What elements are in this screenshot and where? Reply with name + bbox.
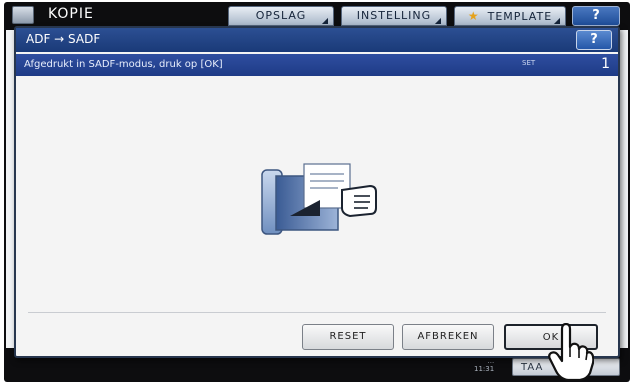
pointing-hand-icon: [548, 323, 594, 381]
message-bar: Afgedrukt in SADF-modus, druk op [OK] SE…: [16, 54, 618, 76]
sadf-dialog: ADF → SADF ? Afgedrukt in SADF-modus, dr…: [14, 26, 620, 358]
status-line-2: 11:31: [474, 365, 495, 373]
button-separator: [28, 312, 606, 313]
chevron-down-icon: ◢: [553, 16, 561, 25]
set-label: SET: [522, 59, 536, 67]
tab-instelling-label: INSTELLING: [356, 9, 432, 22]
dialog-help-button[interactable]: ?: [576, 30, 612, 50]
status-clock: ... 11:31: [474, 357, 494, 373]
tab-template[interactable]: ★ TEMPLATE ◢: [454, 6, 566, 26]
set-count: 1: [601, 56, 610, 72]
tab-instelling[interactable]: INSTELLING ◢: [341, 6, 447, 26]
tab-template-label: TEMPLATE: [487, 10, 553, 23]
help-button[interactable]: ?: [572, 6, 620, 26]
message-text: Afgedrukt in SADF-modus, druk op [OK]: [24, 59, 223, 70]
status-line-1: ...: [487, 357, 495, 365]
tab-opslag-label: OPSLAG: [255, 9, 307, 22]
tab-opslag[interactable]: OPSLAG ◢: [228, 6, 334, 26]
chevron-down-icon: ◢: [321, 16, 329, 25]
app-title: KOPIE: [48, 6, 94, 22]
star-icon: ★: [467, 9, 480, 23]
reset-button[interactable]: RESET: [302, 324, 394, 350]
copy-icon: [12, 6, 34, 24]
sadf-feed-icon: [261, 163, 377, 235]
chevron-down-icon: ◢: [434, 16, 442, 25]
dialog-title-bar: ADF → SADF ?: [16, 28, 618, 52]
cancel-button[interactable]: AFBREKEN: [402, 324, 494, 350]
dialog-title: ADF → SADF: [26, 32, 101, 46]
